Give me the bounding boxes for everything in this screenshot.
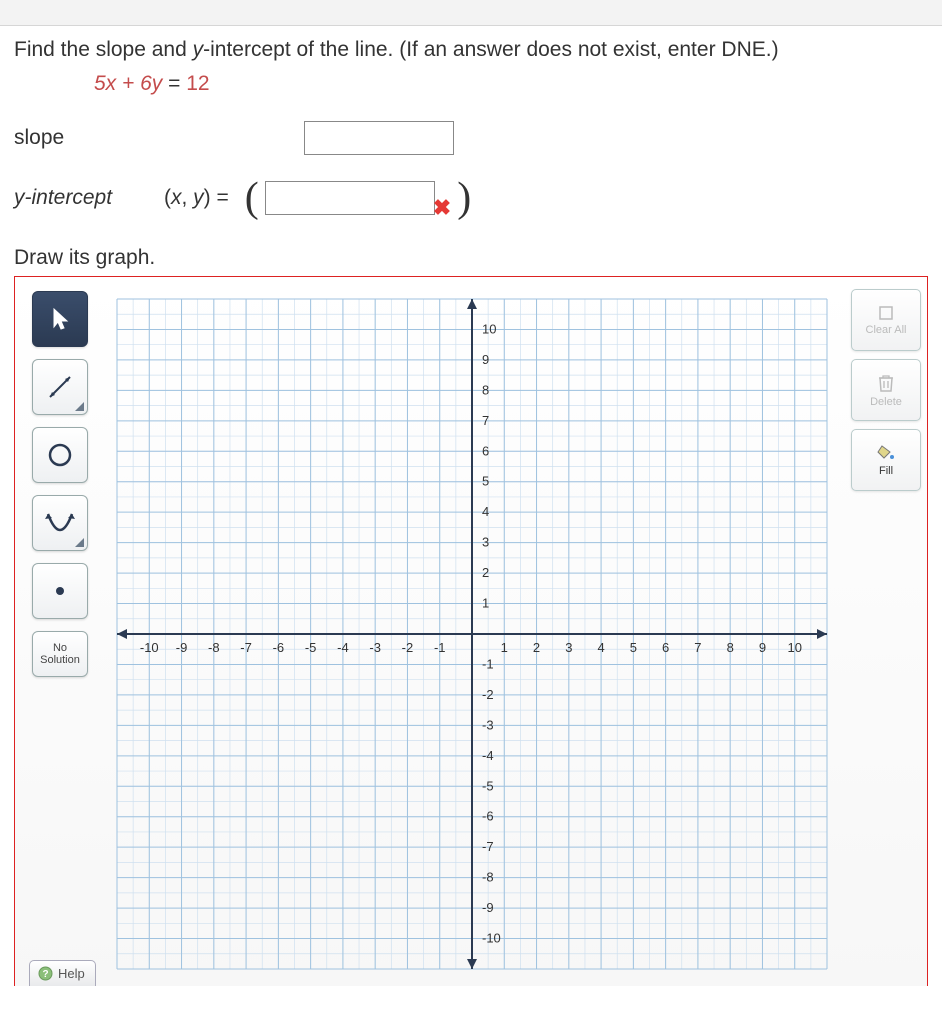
prompt-pre: Find the slope and xyxy=(14,38,193,61)
slope-input[interactable] xyxy=(304,121,454,155)
pointer-tool[interactable] xyxy=(32,291,88,347)
delete-label: Delete xyxy=(870,396,902,408)
equation-rhs: 12 xyxy=(186,72,209,95)
svg-text:-10: -10 xyxy=(482,931,501,946)
point-icon xyxy=(53,584,67,598)
line-tool[interactable] xyxy=(32,359,88,415)
svg-text:-3: -3 xyxy=(482,717,494,732)
equation-eq: = xyxy=(162,72,186,95)
parabola-tool[interactable] xyxy=(32,495,88,551)
svg-text:-8: -8 xyxy=(208,640,220,655)
wrong-icon: ✖ xyxy=(433,195,451,221)
svg-text:7: 7 xyxy=(482,413,489,428)
svg-text:-6: -6 xyxy=(273,640,285,655)
fill-label: Fill xyxy=(879,465,893,477)
circle-icon xyxy=(45,440,75,470)
clear-all-icon xyxy=(878,305,894,321)
question-content: Find the slope and y-intercept of the li… xyxy=(0,26,942,986)
svg-text:3: 3 xyxy=(565,640,572,655)
svg-text:-1: -1 xyxy=(434,640,446,655)
point-tool[interactable] xyxy=(32,563,88,619)
svg-text:-2: -2 xyxy=(482,687,494,702)
help-icon: ? xyxy=(38,966,53,981)
slope-row: slope xyxy=(14,114,928,162)
equation: 5x + 6y = 12 xyxy=(94,72,928,96)
svg-text:-7: -7 xyxy=(240,640,252,655)
svg-text:-9: -9 xyxy=(482,900,494,915)
svg-text:6: 6 xyxy=(662,640,669,655)
inputs-block: slope y-intercept (x, y) = ( ✖ ) xyxy=(14,114,928,222)
svg-text:?: ? xyxy=(42,969,48,980)
coordinate-grid: -10 -9 -8 -7 -6 -5 -4 -3 -2 -1 1 2 3 4 5 6 7 8 9 10 -10 -9 -8 -… xyxy=(107,289,837,979)
xy-equals: (x, y) = xyxy=(164,186,229,210)
svg-text:-4: -4 xyxy=(482,748,494,763)
svg-text:-5: -5 xyxy=(305,640,317,655)
svg-text:6: 6 xyxy=(482,443,489,458)
prompt-mid: -intercept of the line. (If an answer do… xyxy=(203,38,778,61)
svg-text:8: 8 xyxy=(727,640,734,655)
svg-text:-4: -4 xyxy=(337,640,349,655)
pointer-icon xyxy=(50,307,70,331)
svg-text:4: 4 xyxy=(482,504,489,519)
svg-text:5: 5 xyxy=(482,474,489,489)
help-button[interactable]: ? Help xyxy=(29,960,96,986)
svg-text:5: 5 xyxy=(630,640,637,655)
right-column: Clear All Delete Fill xyxy=(851,289,921,491)
yintercept-input[interactable] xyxy=(265,181,435,215)
svg-text:-7: -7 xyxy=(482,839,494,854)
svg-text:-9: -9 xyxy=(176,640,188,655)
parabola-icon xyxy=(44,508,76,538)
top-band xyxy=(0,0,942,26)
svg-text:-5: -5 xyxy=(482,778,494,793)
clear-all-button[interactable]: Clear All xyxy=(851,289,921,351)
svg-text:9: 9 xyxy=(759,640,766,655)
y-ital: y xyxy=(193,38,204,61)
svg-text:-10: -10 xyxy=(140,640,159,655)
tool-column: No Solution xyxy=(21,289,99,986)
svg-text:8: 8 xyxy=(482,382,489,397)
help-label: Help xyxy=(58,966,85,981)
graph-panel: No Solution -10 -9 -8 -7 -6 -5 -4 -3 -2 -1 1 2 3 4 5 6 7… xyxy=(14,276,928,986)
graph-canvas-area[interactable]: -10 -9 -8 -7 -6 -5 -4 -3 -2 -1 1 2 3 4 5 6 7 8 9 10 -10 -9 -8 -… xyxy=(107,289,841,986)
svg-text:10: 10 xyxy=(482,321,496,336)
question-prompt: Find the slope and y-intercept of the li… xyxy=(14,38,928,62)
svg-text:-8: -8 xyxy=(482,870,494,885)
svg-text:1: 1 xyxy=(501,640,508,655)
delete-button[interactable]: Delete xyxy=(851,359,921,421)
svg-text:-2: -2 xyxy=(402,640,414,655)
paren-open: ( xyxy=(239,177,265,219)
no-solution-tool[interactable]: No Solution xyxy=(32,631,88,677)
line-icon xyxy=(45,372,75,402)
svg-text:2: 2 xyxy=(533,640,540,655)
nosol-line1: No xyxy=(53,642,67,654)
fill-button[interactable]: Fill xyxy=(851,429,921,491)
yintercept-row: y-intercept (x, y) = ( ✖ ) xyxy=(14,174,928,222)
yintercept-label: y-intercept xyxy=(14,186,164,210)
svg-text:-1: -1 xyxy=(482,656,494,671)
svg-text:-6: -6 xyxy=(482,809,494,824)
trash-icon xyxy=(877,373,895,393)
fill-icon xyxy=(876,444,896,462)
svg-text:10: 10 xyxy=(787,640,801,655)
svg-text:4: 4 xyxy=(597,640,604,655)
svg-text:-3: -3 xyxy=(369,640,381,655)
svg-text:1: 1 xyxy=(482,596,489,611)
svg-text:3: 3 xyxy=(482,535,489,550)
equation-lhs: 5x + 6y xyxy=(94,72,162,95)
svg-text:7: 7 xyxy=(694,640,701,655)
clear-all-label: Clear All xyxy=(866,324,907,336)
paren-close: ) xyxy=(451,177,477,219)
slope-label: slope xyxy=(14,126,164,150)
circle-tool[interactable] xyxy=(32,427,88,483)
svg-text:9: 9 xyxy=(482,352,489,367)
nosol-line2: Solution xyxy=(40,654,80,666)
svg-text:2: 2 xyxy=(482,565,489,580)
draw-heading: Draw its graph. xyxy=(14,246,928,270)
